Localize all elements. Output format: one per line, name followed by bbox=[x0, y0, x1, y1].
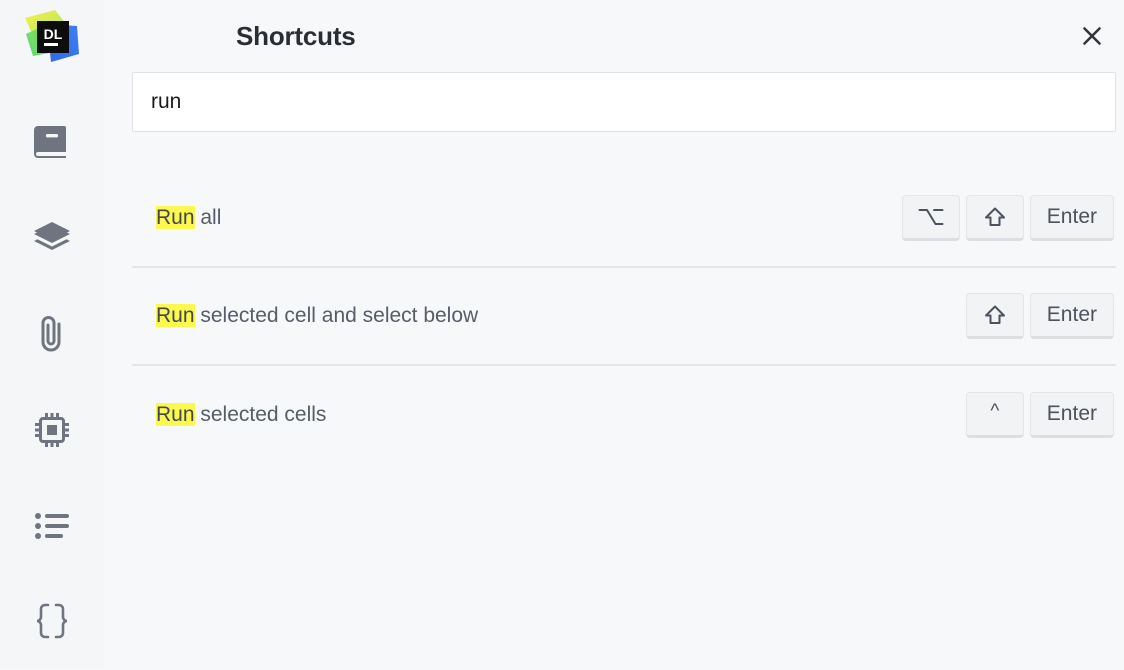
shortcut-description-rest: all bbox=[194, 206, 222, 229]
sidebar-item-computation[interactable] bbox=[20, 382, 84, 478]
option-key-icon bbox=[918, 207, 944, 227]
cpu-chip-icon bbox=[32, 410, 72, 450]
key-enter[interactable]: Enter bbox=[1029, 293, 1114, 339]
shortcut-row[interactable]: Run all Enter bbox=[132, 170, 1116, 268]
key-control[interactable]: ^ bbox=[965, 392, 1024, 438]
search-container bbox=[104, 72, 1124, 132]
svg-text:DL: DL bbox=[44, 26, 63, 42]
page-title: Shortcuts bbox=[236, 20, 356, 51]
search-match-highlight: Run bbox=[156, 206, 195, 229]
sidebar-item-variables[interactable] bbox=[20, 574, 84, 670]
sidebar-nav bbox=[0, 94, 104, 670]
key-enter[interactable]: Enter bbox=[1029, 195, 1114, 241]
close-button[interactable] bbox=[1072, 18, 1112, 58]
dialog-header: Shortcuts bbox=[104, 0, 1124, 72]
shortcuts-dialog: DL Shortcuts run Run all Enter Run selec… bbox=[0, 0, 1124, 668]
shortcut-description: Run selected cells bbox=[156, 403, 326, 427]
close-icon bbox=[1080, 24, 1104, 53]
sidebar-item-outline[interactable] bbox=[20, 478, 84, 574]
shift-key-icon bbox=[984, 304, 1006, 326]
shortcut-description-rest: selected cell and select below bbox=[194, 304, 479, 327]
shortcut-list: Run all Enter Run selected cell and sele… bbox=[104, 170, 1124, 464]
shortcut-description: Run all bbox=[156, 206, 221, 230]
search-match-highlight: Run bbox=[156, 403, 195, 426]
sidebar-item-layers[interactable] bbox=[20, 190, 84, 286]
search-input[interactable] bbox=[132, 72, 1116, 132]
shortcut-row[interactable]: Run selected cell and select below Enter bbox=[132, 268, 1116, 366]
sidebar-item-attachments[interactable] bbox=[20, 286, 84, 382]
datalore-logo[interactable]: DL bbox=[21, 8, 83, 70]
shortcut-keys: Enter bbox=[965, 293, 1114, 339]
main-panel: Shortcuts Run all bbox=[104, 0, 1124, 668]
shortcut-keys: Enter bbox=[901, 195, 1114, 241]
curly-braces-icon bbox=[33, 602, 71, 642]
bulleted-list-icon bbox=[34, 511, 70, 541]
notebook-icon bbox=[34, 123, 70, 161]
key-enter[interactable]: Enter bbox=[1029, 392, 1114, 438]
shortcut-row[interactable]: Run selected cells ^ Enter bbox=[132, 366, 1116, 464]
shift-key-icon bbox=[984, 206, 1006, 228]
shortcut-description: Run selected cell and select below bbox=[156, 304, 478, 328]
search-match-highlight: Run bbox=[156, 304, 195, 327]
paperclip-icon bbox=[35, 314, 69, 354]
sidebar-item-notebook[interactable] bbox=[20, 94, 84, 190]
sidebar: DL bbox=[0, 0, 104, 668]
layers-icon bbox=[32, 220, 72, 256]
control-key-icon: ^ bbox=[990, 400, 1000, 422]
key-shift[interactable] bbox=[965, 293, 1024, 339]
key-option[interactable] bbox=[901, 195, 960, 241]
shortcut-description-rest: selected cells bbox=[194, 403, 327, 426]
key-shift[interactable] bbox=[965, 195, 1024, 241]
shortcut-keys: ^ Enter bbox=[965, 392, 1114, 438]
